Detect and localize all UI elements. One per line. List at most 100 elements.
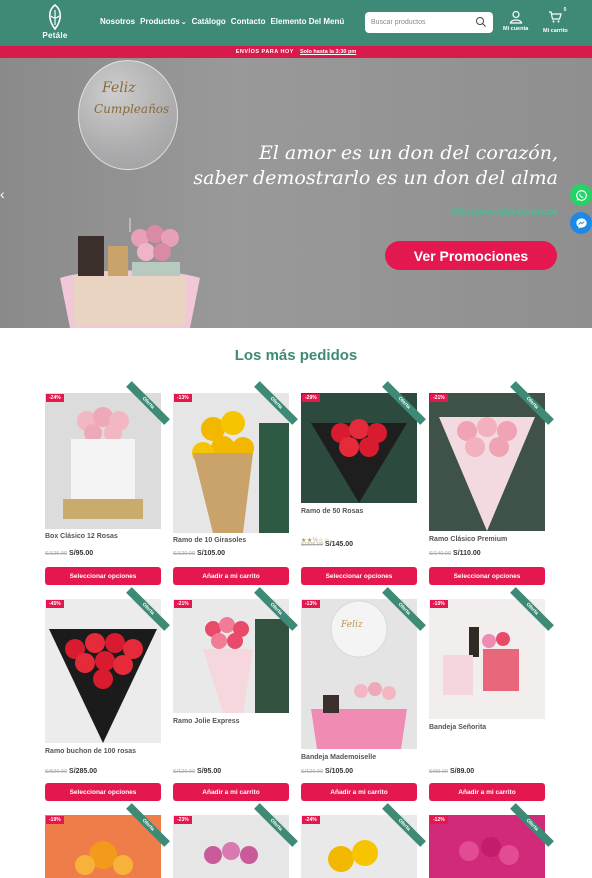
account-button[interactable]: Mi cuenta: [503, 10, 528, 32]
select-options-button[interactable]: Seleccionar opciones: [45, 567, 161, 585]
product-name[interactable]: Ramo Clásico Premium: [429, 536, 507, 543]
messenger-icon: [575, 217, 587, 229]
chevron-down-icon: ⌄: [180, 19, 187, 26]
product-image[interactable]: [301, 393, 417, 503]
nav-item-productos[interactable]: Productos⌄: [140, 17, 186, 26]
current-price: S/110.00: [453, 550, 481, 557]
product-image[interactable]: [429, 393, 545, 531]
product-name[interactable]: Ramo de 10 Girasoles: [173, 537, 246, 544]
old-price: S/120.00: [173, 769, 196, 775]
current-price: S/89.00: [449, 768, 475, 775]
user-icon: [509, 10, 522, 24]
discount-badge: -10%: [430, 600, 448, 608]
svg-text:Feliz: Feliz: [340, 620, 363, 630]
logo-mark-icon: [48, 4, 62, 30]
promo-bar: ENVÍOS PARA HOY Solo hasta la 3:30 pm: [0, 46, 592, 58]
discount-badge: -13%: [302, 600, 320, 608]
search-input[interactable]: Buscar productos: [365, 12, 493, 33]
cart-count-badge: 0: [563, 7, 567, 13]
old-price: S/520.00: [45, 769, 68, 775]
discount-badge: -21%: [430, 394, 448, 402]
product-image[interactable]: [173, 599, 289, 713]
current-price: S/285.00: [69, 768, 98, 775]
product-name[interactable]: Bandeja Señorita: [429, 724, 486, 731]
select-options-button[interactable]: Seleccionar opciones: [45, 783, 161, 801]
account-label: Mi cuenta: [503, 26, 529, 32]
old-price: S/205.00: [301, 542, 324, 548]
add-to-cart-button[interactable]: Añadir a mi carrito: [173, 567, 289, 585]
product-price: S/140.00 S/110.00: [429, 550, 481, 557]
old-price: S/140.00: [429, 551, 452, 557]
product-price: S/120.00 S/105.00: [301, 768, 353, 775]
product-image[interactable]: Feliz: [301, 599, 417, 749]
product-name[interactable]: Ramo buchon de 100 rosas: [45, 748, 136, 755]
add-to-cart-button[interactable]: Añadir a mi carrito: [173, 783, 289, 801]
nav-item-elemento[interactable]: Elemento Del Menú: [270, 17, 344, 26]
site-header: Petále Nosotros Productos⌄ Catálogo Cont…: [0, 0, 592, 46]
current-price: S/95.00: [197, 768, 222, 775]
cart-label: Mi carrito: [543, 28, 568, 34]
discount-badge: -24%: [46, 394, 64, 402]
cart-button[interactable]: 0 Mi carrito: [543, 7, 568, 34]
product-image[interactable]: [45, 599, 161, 743]
select-options-button[interactable]: Seleccionar opciones: [301, 567, 417, 585]
promo-link[interactable]: Solo hasta la 3:30 pm: [300, 49, 356, 55]
promotions-button[interactable]: Ver Promociones: [385, 241, 557, 270]
hero-banner: Feliz Cumpleaños ‹ El amor es un don del…: [0, 58, 592, 328]
product-name[interactable]: Bandeja Mademoiselle: [301, 754, 376, 761]
product-image[interactable]: [173, 393, 289, 533]
nav-item-contacto[interactable]: Contacto: [231, 17, 266, 26]
search-placeholder: Buscar productos: [371, 19, 426, 26]
discount-badge: -45%: [46, 600, 64, 608]
nav-item-label: Productos: [140, 17, 180, 26]
add-to-cart-button[interactable]: Añadir a mi carrito: [429, 783, 545, 801]
product-name[interactable]: Box Clásico 12 Rosas: [45, 533, 118, 540]
whatsapp-icon: [575, 189, 587, 201]
product-price: S/99.00 S/89.00: [429, 768, 474, 775]
product-image[interactable]: [429, 599, 545, 719]
discount-badge: -13%: [174, 394, 192, 402]
section-title: Los más pedidos: [234, 347, 358, 364]
product-price: S/120.00 S/95.00: [173, 768, 221, 775]
product-price: S/205.00 S/145.00: [301, 541, 353, 548]
main-nav: Nosotros Productos⌄ Catálogo Contacto El…: [100, 17, 344, 26]
nav-item-nosotros[interactable]: Nosotros: [100, 17, 135, 26]
discount-badge: -19%: [46, 816, 64, 824]
product-price: S/120.00 S/105.00: [173, 550, 225, 557]
logo[interactable]: Petále: [40, 4, 70, 44]
product-price: S/125.00 S/95.00: [45, 550, 93, 557]
product-price: S/520.00 S/285.00: [45, 768, 97, 775]
add-to-cart-button[interactable]: Añadir a mi carrito: [301, 783, 417, 801]
messenger-button[interactable]: [570, 212, 592, 234]
gift-basket-image: [60, 218, 200, 328]
product-name[interactable]: Ramo Jolie Express: [173, 718, 240, 725]
current-price: S/105.00: [197, 550, 226, 557]
nav-item-catalogo[interactable]: Catálogo: [192, 17, 226, 26]
cart-icon: [549, 11, 563, 23]
current-price: S/145.00: [325, 541, 354, 548]
hero-headline-2: saber demostrarlo es un don del alma: [193, 167, 558, 189]
hero-hashtag: #Sorprendeconamor: [450, 206, 558, 218]
current-price: S/95.00: [69, 550, 94, 557]
old-price: S/99.00: [429, 769, 448, 775]
chevron-left-icon[interactable]: ‹: [0, 186, 5, 202]
discount-badge: -21%: [174, 600, 192, 608]
hero-headline-1: El amor es un don del corazón,: [258, 142, 558, 164]
cart-icon-wrap: 0: [548, 7, 566, 28]
product-name[interactable]: Ramo de 50 Rosas: [301, 508, 363, 515]
product-image[interactable]: [45, 393, 161, 529]
discount-badge: -29%: [302, 394, 320, 402]
whatsapp-button[interactable]: [570, 184, 592, 206]
old-price: S/125.00: [45, 551, 68, 557]
promo-text: ENVÍOS PARA HOY: [235, 49, 294, 55]
old-price: S/120.00: [301, 769, 324, 775]
logo-text: Petále: [42, 31, 68, 40]
search-icon[interactable]: [475, 16, 487, 28]
discount-badge: -23%: [174, 816, 192, 824]
old-price: S/120.00: [173, 551, 196, 557]
select-options-button[interactable]: Seleccionar opciones: [429, 567, 545, 585]
balloon-text-1: Feliz: [102, 80, 136, 96]
discount-badge: -24%: [302, 816, 320, 824]
discount-badge: -12%: [430, 816, 448, 824]
balloon-text-2: Cumpleaños: [94, 102, 170, 116]
